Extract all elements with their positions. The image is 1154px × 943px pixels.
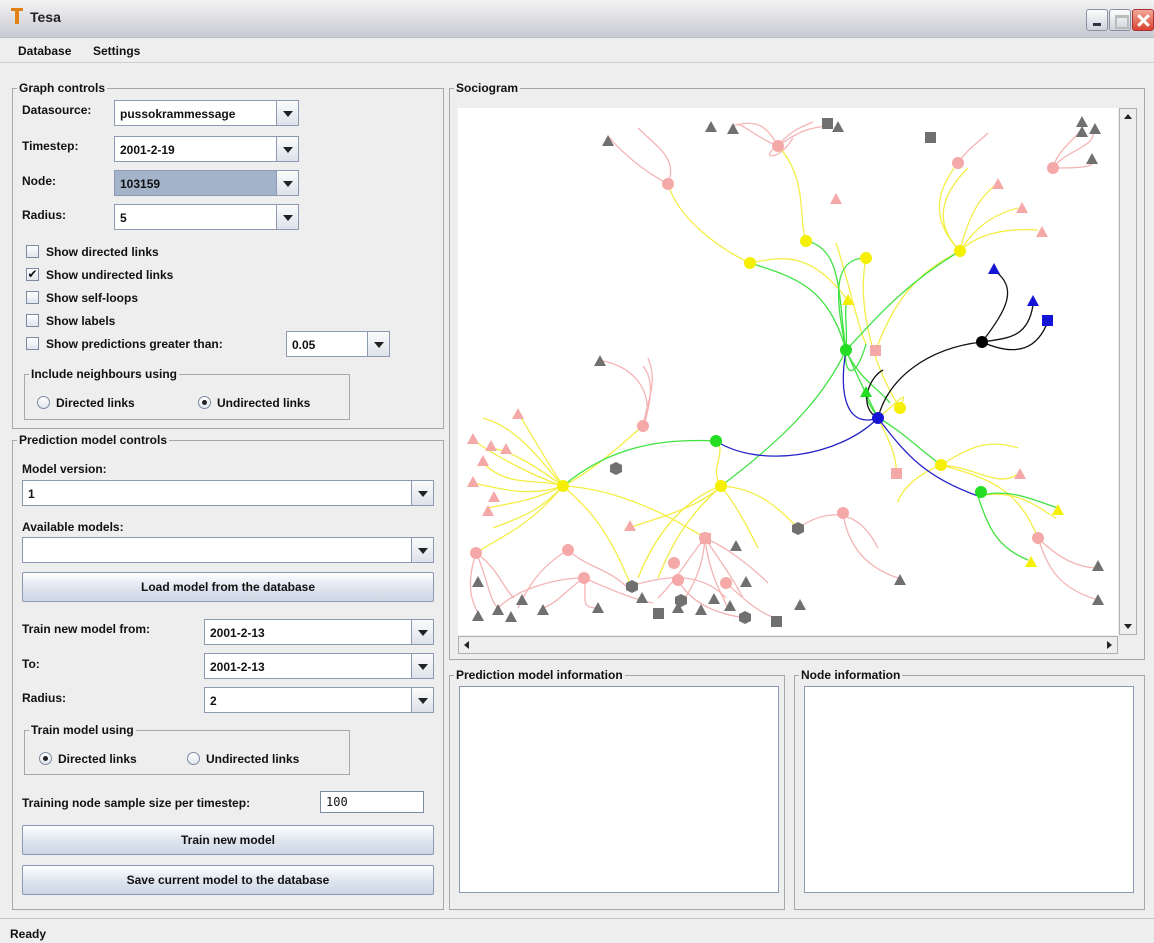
checkbox-label: Show labels [46, 314, 116, 328]
available-models-label: Available models: [22, 520, 124, 534]
checkbox-box[interactable] [26, 337, 39, 350]
include-neighbours-title: Include neighbours using [29, 367, 180, 381]
checkbox-box[interactable] [26, 245, 39, 258]
node-info-title: Node information [799, 668, 903, 682]
window-title: Tesa [30, 9, 61, 25]
chevron-down-icon[interactable] [367, 332, 389, 356]
train-to-value: 2001-2-13 [210, 660, 265, 674]
save-model-button[interactable]: Save current model to the database [22, 865, 434, 895]
timestep-label: Timestep: [22, 139, 79, 153]
timestep-value: 2001-2-19 [120, 143, 175, 157]
available-models-select[interactable] [22, 537, 434, 563]
node-value: 103159 [120, 177, 161, 191]
sample-size-input[interactable]: 100 [320, 791, 424, 813]
train-radius-select[interactable]: 2 [204, 687, 434, 713]
train-using-title: Train model using [29, 723, 136, 737]
close-button[interactable] [1132, 9, 1154, 31]
train-to-select[interactable]: 2001-2-13 [204, 653, 434, 679]
scroll-up-icon[interactable] [1120, 109, 1136, 125]
radio-dot[interactable] [187, 752, 200, 765]
prediction-info-text[interactable] [459, 686, 779, 893]
menu-database[interactable]: Database [18, 44, 71, 58]
node-select[interactable]: 103159 [114, 170, 299, 196]
menu-bar: Database Settings [0, 39, 1154, 63]
sociogram-graph[interactable] [458, 108, 1118, 635]
chevron-down-icon[interactable] [411, 538, 433, 562]
prediction-info-title: Prediction model information [454, 668, 625, 682]
checkbox-box[interactable]: ✔ [26, 268, 39, 281]
checkbox-box[interactable] [26, 291, 39, 304]
checkbox-label: Show self-loops [46, 291, 139, 305]
model-version-select[interactable]: 1 [22, 480, 434, 506]
scroll-left-icon[interactable] [459, 637, 475, 653]
train-radius-value: 2 [210, 694, 217, 708]
datasource-value: pussokrammessage [120, 107, 236, 121]
model-version-value: 1 [28, 487, 35, 501]
checkbox-label: Show undirected links [46, 268, 174, 282]
status-bar: Ready [0, 918, 1154, 943]
scroll-right-icon[interactable] [1101, 637, 1117, 653]
radio-label: Directed links [56, 396, 135, 410]
chevron-down-icon[interactable] [411, 654, 433, 678]
radio-dot[interactable] [39, 752, 52, 765]
prediction-controls-title: Prediction model controls [17, 433, 170, 447]
model-version-label: Model version: [22, 462, 107, 476]
title-bar: Tesa [0, 0, 1154, 38]
chevron-down-icon[interactable] [276, 101, 298, 125]
train-from-label: Train new model from: [22, 622, 151, 636]
radio-label: Undirected links [217, 396, 311, 410]
chevron-down-icon[interactable] [276, 205, 298, 229]
node-label: Node: [22, 174, 56, 188]
timestep-select[interactable]: 2001-2-19 [114, 136, 299, 162]
datasource-select[interactable]: pussokrammessage [114, 100, 299, 126]
scroll-corner [1119, 636, 1137, 654]
chevron-down-icon[interactable] [411, 688, 433, 712]
load-model-button[interactable]: Load model from the database [22, 572, 434, 602]
train-from-value: 2001-2-13 [210, 626, 265, 640]
radius-label: Radius: [22, 208, 67, 222]
minimize-button[interactable] [1086, 9, 1108, 31]
radio-label: Undirected links [206, 752, 300, 766]
scroll-down-icon[interactable] [1120, 618, 1136, 634]
train-model-button[interactable]: Train new model [22, 825, 434, 855]
maximize-button[interactable] [1109, 9, 1131, 31]
prediction-threshold-value: 0.05 [292, 338, 316, 352]
radius-value: 5 [120, 211, 127, 225]
to-label: To: [22, 657, 40, 671]
graph-controls-title: Graph controls [17, 81, 108, 95]
graph-svg[interactable] [458, 108, 1118, 635]
checkbox-label: Show predictions greater than: [46, 337, 223, 351]
status-text: Ready [10, 927, 47, 941]
chevron-down-icon[interactable] [276, 171, 298, 195]
prediction-threshold-select[interactable]: 0.05 [286, 331, 390, 357]
app-icon [11, 8, 23, 24]
train-from-select[interactable]: 2001-2-13 [204, 619, 434, 645]
radius-select[interactable]: 5 [114, 204, 299, 230]
train-radius-label: Radius: [22, 691, 67, 705]
node-info-text[interactable] [804, 686, 1134, 893]
radio-dot[interactable] [198, 396, 211, 409]
chevron-down-icon[interactable] [411, 481, 433, 505]
chevron-down-icon[interactable] [276, 137, 298, 161]
sample-size-label: Training node sample size per timestep: [22, 796, 251, 810]
sociogram-horizontal-scrollbar[interactable] [458, 636, 1118, 654]
datasource-label: Datasource: [22, 103, 92, 117]
sociogram-vertical-scrollbar[interactable] [1119, 108, 1137, 635]
checkbox-box[interactable] [26, 314, 39, 327]
menu-settings[interactable]: Settings [93, 44, 140, 58]
radio-label: Directed links [58, 752, 137, 766]
radio-dot[interactable] [37, 396, 50, 409]
sociogram-title: Sociogram [454, 81, 521, 95]
chevron-down-icon[interactable] [411, 620, 433, 644]
checkbox-label: Show directed links [46, 245, 159, 259]
